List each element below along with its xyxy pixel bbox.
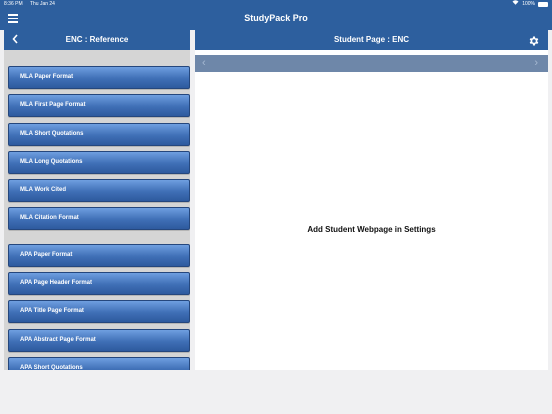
settings-button[interactable] [528, 34, 540, 46]
status-bar: 8:36 PM Thu Jan 24 100% [0, 0, 552, 8]
topic-button-apa-abstract-page-format[interactable]: APA Abstract Page Format [8, 329, 190, 352]
topic-button-mla-long-quotations[interactable]: MLA Long Quotations [8, 151, 190, 174]
reference-panel-header: ENC : Reference [4, 30, 190, 50]
topic-button-mla-paper-format[interactable]: MLA Paper Format [8, 66, 190, 89]
topic-button-mla-citation-format[interactable]: MLA Citation Format [8, 207, 190, 230]
topic-button-mla-first-page-format[interactable]: MLA First Page Format [8, 94, 190, 117]
web-forward-button[interactable]: › [534, 55, 538, 71]
web-back-button[interactable]: ‹ [202, 55, 206, 71]
status-date: Thu Jan 24 [29, 1, 55, 7]
topic-button-apa-title-page-format[interactable]: APA Title Page Format [8, 300, 190, 323]
panel-title: ENC : Reference [65, 35, 129, 44]
status-time: 8:36 PM [4, 1, 23, 7]
gear-icon [529, 36, 539, 46]
wifi-icon [512, 0, 519, 8]
web-navigation-bar: ‹ › [195, 55, 548, 72]
empty-webpage-message: Add Student Webpage in Settings [307, 225, 436, 234]
topic-button-apa-page-header-format[interactable]: APA Page Header Format [8, 272, 190, 295]
navigation-bar: StudyPack Pro [0, 8, 552, 30]
student-page-header: Student Page : ENC [195, 30, 548, 50]
reference-panel: ENC : Reference MLA Paper Format MLA Fir… [4, 30, 190, 370]
topic-button-mla-short-quotations[interactable]: MLA Short Quotations [8, 123, 190, 146]
battery-percent: 100% [522, 1, 535, 7]
student-page-title: Student Page : ENC [333, 35, 410, 44]
student-page-panel: Student Page : ENC ‹ › Add Student Webpa… [195, 30, 548, 370]
app-title: StudyPack Pro [244, 13, 308, 23]
topic-button-apa-short-quotations[interactable]: APA Short Quotations [8, 357, 190, 370]
app-window: 8:36 PM Thu Jan 24 100% StudyPack Pro EN… [0, 0, 552, 414]
topic-button-apa-paper-format[interactable]: APA Paper Format [8, 244, 190, 267]
topic-button-mla-work-cited[interactable]: MLA Work Cited [8, 179, 190, 202]
reference-list[interactable]: MLA Paper Format MLA First Page Format M… [4, 50, 190, 370]
battery-icon [538, 1, 548, 7]
